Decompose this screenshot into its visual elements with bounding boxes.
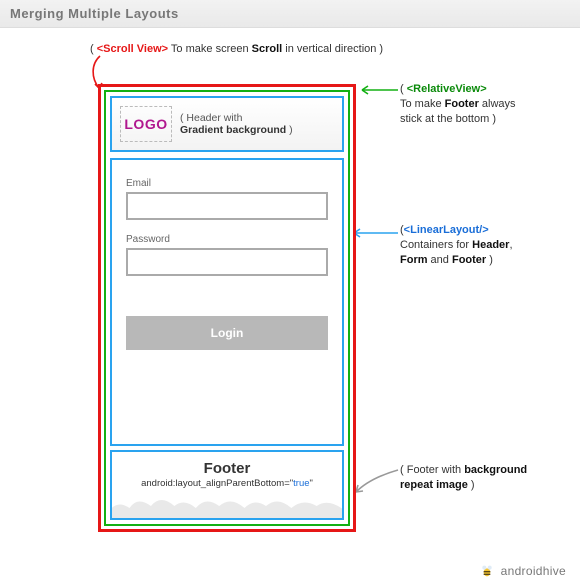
login-button[interactable]: Login: [126, 316, 328, 350]
annotation-scrollview: ( <Scroll View> To make screen Scroll in…: [90, 42, 383, 57]
linearlayout-footer: Footer android:layout_alignParentBottom=…: [110, 450, 344, 520]
page-title: Merging Multiple Layouts: [0, 0, 580, 28]
bee-icon: [479, 563, 495, 579]
annotation-footer: ( Footer with background repeat image ): [400, 463, 570, 493]
password-field[interactable]: [126, 248, 328, 276]
footer-title: Footer: [112, 460, 342, 477]
header-description: ( Header with Gradient background ): [180, 112, 293, 136]
logo-text: LOGO: [124, 116, 167, 132]
linearlayout-header: LOGO ( Header with Gradient background ): [110, 96, 344, 152]
linearlayout-form: Email Password Login: [110, 158, 344, 446]
arrow-footer-icon: [350, 466, 400, 498]
email-label: Email: [126, 178, 328, 189]
scrollview-frame: LOGO ( Header with Gradient background )…: [98, 84, 356, 532]
arrow-relativeview-icon: [356, 82, 400, 98]
brand-label: androidhive: [479, 563, 566, 579]
footer-attribute: android:layout_alignParentBottom="true": [112, 478, 342, 489]
footer-clouds-icon: [110, 494, 344, 520]
email-field[interactable]: [126, 192, 328, 220]
diagram-canvas: ( <Scroll View> To make screen Scroll in…: [0, 28, 580, 585]
relativeview-frame: LOGO ( Header with Gradient background )…: [104, 90, 350, 526]
password-label: Password: [126, 234, 328, 245]
annotation-relativeview: ( <RelativeView> To make Footer always s…: [400, 82, 570, 127]
logo-placeholder: LOGO: [120, 106, 172, 142]
annotation-linearlayout: (<LinearLayout/> Containers for Header, …: [400, 223, 570, 268]
brand-text: androidhive: [501, 564, 566, 578]
